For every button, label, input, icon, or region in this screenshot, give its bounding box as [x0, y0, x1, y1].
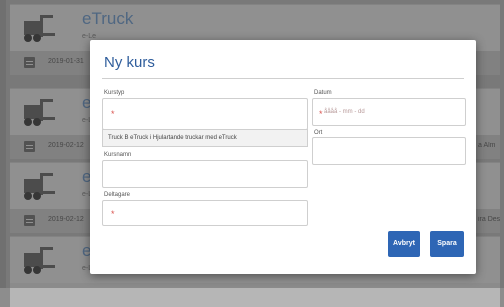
- divider: [102, 78, 464, 79]
- required-marker: *: [111, 209, 115, 219]
- required-marker: *: [319, 109, 323, 119]
- deltagare-input[interactable]: *: [102, 200, 308, 226]
- kurstyp-label: Kurstyp: [104, 90, 125, 96]
- kurstyp-option[interactable]: Truck B eTruck i Hjulartande truckar med…: [102, 129, 308, 147]
- cancel-button[interactable]: Avbryt: [388, 231, 420, 257]
- datum-label: Datum: [314, 90, 332, 96]
- kursnamn-label: Kursnamn: [104, 152, 132, 158]
- datum-placeholder: åååå - mm - dd: [324, 109, 365, 115]
- deltagare-label: Deltagare: [104, 192, 131, 198]
- dialog-title: Ny kurs: [104, 54, 155, 71]
- datum-input[interactable]: * åååå - mm - dd: [312, 98, 466, 126]
- kurstyp-select[interactable]: *: [102, 98, 308, 130]
- save-button[interactable]: Spara: [430, 231, 464, 257]
- ort-input[interactable]: [312, 137, 466, 165]
- ort-label: Ort: [314, 130, 323, 136]
- required-marker: *: [111, 109, 115, 119]
- kursnamn-input[interactable]: [102, 160, 308, 188]
- new-course-dialog: Ny kurs Kurstyp * Truck B eTruck i Hjula…: [90, 40, 476, 274]
